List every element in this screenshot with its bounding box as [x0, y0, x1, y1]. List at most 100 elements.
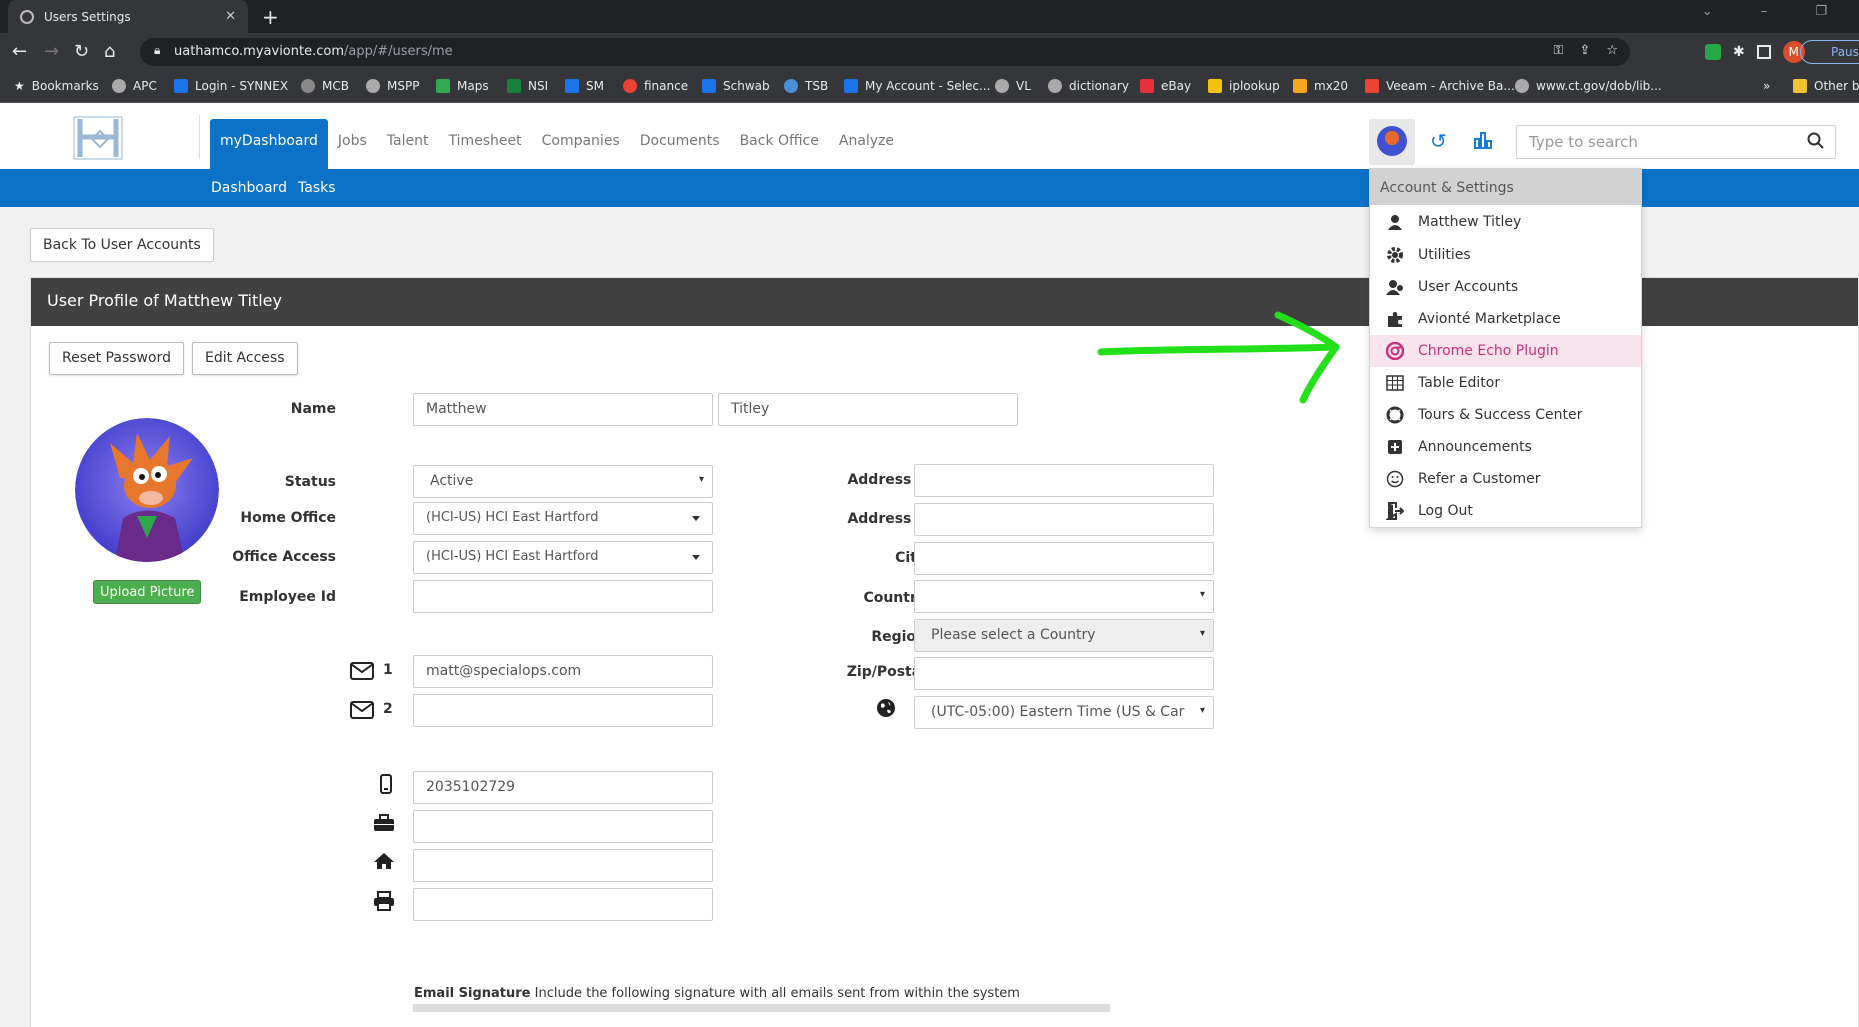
sync-paused-button[interactable]: Paus [1800, 40, 1859, 64]
menu-item-marketplace[interactable]: Avionté Marketplace [1370, 303, 1641, 335]
bookmark-item[interactable]: MCB [301, 79, 349, 93]
mobile-phone-icon [380, 774, 392, 794]
menu-item-label: Matthew Titley [1418, 214, 1522, 230]
address2-label: Address 2 [847, 511, 926, 527]
address1-input[interactable] [914, 464, 1214, 497]
back-to-user-accounts-button[interactable]: Back To User Accounts [30, 228, 214, 262]
menu-item-chrome-echo-plugin[interactable]: Chrome Echo Plugin [1370, 335, 1641, 367]
bookmark-item[interactable]: APC [112, 79, 157, 93]
nav-jobs[interactable]: Jobs [328, 119, 377, 169]
region-label: Region [871, 629, 926, 645]
office-access-value: (HCI-US) HCI East Hartford [426, 549, 599, 564]
new-tab-button[interactable]: + [262, 5, 279, 29]
window-controls[interactable]: ⌄ – ❐ [1702, 4, 1849, 19]
bookmark-item[interactable]: dictionary [1048, 79, 1129, 93]
upload-picture-button[interactable]: Upload Picture [93, 580, 202, 604]
menu-item-label: Log Out [1418, 503, 1473, 519]
first-name-input[interactable]: Matthew [413, 393, 713, 426]
bookmark-item[interactable]: iplookup [1208, 79, 1280, 93]
history-icon[interactable]: ↺ [1430, 129, 1447, 153]
user-icon [1384, 214, 1406, 230]
nav-analyze[interactable]: Analyze [829, 119, 904, 169]
bookmark-item[interactable]: VL [995, 79, 1031, 93]
reset-password-button[interactable]: Reset Password [49, 342, 184, 375]
sidepanel-icon[interactable] [1756, 45, 1771, 59]
address2-input[interactable] [914, 503, 1214, 536]
employee-id-input[interactable] [413, 580, 713, 613]
chevron-down-icon: ▾ [698, 474, 704, 485]
menu-item-refer[interactable]: Refer a Customer [1370, 463, 1641, 495]
menu-item-utilities[interactable]: Utilities [1370, 239, 1641, 271]
search-input[interactable] [1517, 126, 1787, 158]
bookmark-item[interactable]: mx20 [1293, 79, 1348, 93]
bookmark-item[interactable]: ★ Bookmarks [14, 79, 99, 93]
bookmark-folder[interactable]: Other b [1793, 79, 1859, 93]
nav-mydashboard[interactable]: myDashboard [210, 119, 328, 169]
close-tab-icon[interactable]: ✕ [225, 9, 236, 24]
nav-back-office[interactable]: Back Office [730, 119, 829, 169]
bookmark-item[interactable]: Schwab [702, 79, 770, 93]
menu-item-tours[interactable]: Tours & Success Center [1370, 399, 1641, 431]
menu-item-profile[interactable]: Matthew Titley [1370, 206, 1641, 238]
home-phone-input[interactable] [413, 849, 713, 882]
company-logo[interactable] [72, 115, 124, 161]
share-icon[interactable]: ⇪ [1579, 43, 1590, 58]
back-arrow-icon[interactable]: ← [12, 41, 27, 62]
bookmark-item[interactable]: finance [623, 79, 688, 93]
office-access-select[interactable]: (HCI-US) HCI East Hartford [413, 541, 713, 574]
menu-item-announcements[interactable]: Announcements [1370, 431, 1641, 463]
forward-arrow-icon[interactable]: → [44, 41, 59, 62]
bookmarks-overflow[interactable]: » [1763, 79, 1770, 93]
bookmark-item[interactable]: Login - SYNNEX [174, 79, 288, 93]
work-phone-input[interactable] [413, 810, 713, 843]
account-avatar-button[interactable] [1369, 119, 1415, 165]
region-select[interactable]: Please select a Country ▾ [914, 619, 1214, 652]
menu-item-table-editor[interactable]: Table Editor [1370, 367, 1641, 399]
address-bar[interactable]: 🔒︎ uathamco.myavionte.com/app/#/users/me… [140, 38, 1630, 66]
status-select[interactable]: Active ▾ [413, 465, 713, 498]
fax-input[interactable] [413, 888, 713, 921]
menu-item-user-accounts[interactable]: User Accounts [1370, 271, 1641, 303]
nav-timesheet[interactable]: Timesheet [438, 119, 531, 169]
country-select[interactable]: ▾ [914, 580, 1214, 613]
email-2-input[interactable] [413, 694, 713, 727]
zip-input[interactable] [914, 657, 1214, 690]
extension-check-icon[interactable] [1705, 44, 1721, 60]
nav-talent[interactable]: Talent [377, 119, 439, 169]
analytics-icon[interactable] [1474, 131, 1492, 149]
timezone-select[interactable]: (UTC-05:00) Eastern Time (US & Car ▾ [914, 696, 1214, 729]
last-name-input[interactable]: Titley [718, 393, 1018, 426]
bookmark-item[interactable]: www.ct.gov/dob/lib... [1515, 79, 1662, 93]
city-input[interactable] [914, 542, 1214, 575]
search-icon[interactable] [1807, 132, 1825, 150]
status-value: Active [430, 473, 474, 489]
star-icon: ★ [14, 79, 25, 93]
bookmark-item[interactable]: Veeam - Archive Ba... [1365, 79, 1515, 93]
menu-item-logout[interactable]: Log Out [1370, 495, 1641, 527]
bookmark-item[interactable]: NSI [507, 79, 548, 93]
home-office-select[interactable]: (HCI-US) HCI East Hartford [413, 502, 713, 535]
mobile-phone-input[interactable]: 2035102729 [413, 771, 713, 804]
key-icon[interactable]: ⚿ [1554, 43, 1564, 58]
star-icon[interactable]: ☆ [1606, 43, 1618, 58]
browser-tab[interactable]: Users Settings ✕ [8, 0, 248, 33]
envelope-icon [350, 662, 374, 680]
home-icon[interactable]: ⌂ [104, 41, 115, 62]
global-search [1516, 125, 1836, 159]
nav-companies[interactable]: Companies [532, 119, 630, 169]
extensions-puzzle-icon[interactable]: ✱ [1733, 44, 1745, 60]
bookmark-item[interactable]: MSPP [366, 79, 419, 93]
bookmark-item[interactable]: TSB [784, 79, 828, 93]
signature-editor-toolbar[interactable] [413, 1004, 1110, 1012]
email-1-input[interactable]: matt@specialops.com [413, 655, 713, 688]
nav-documents[interactable]: Documents [630, 119, 730, 169]
bookmark-item[interactable]: My Account - Selec... [844, 79, 990, 93]
bookmark-item[interactable]: eBay [1140, 79, 1191, 93]
reload-icon[interactable]: ↻ [74, 41, 89, 62]
subnav-tasks[interactable]: Tasks [298, 180, 336, 196]
edit-access-button[interactable]: Edit Access [192, 342, 298, 375]
bookmark-item[interactable]: SM [565, 79, 604, 93]
bookmark-item[interactable]: Maps [436, 79, 489, 93]
subnav-dashboard[interactable]: Dashboard [211, 180, 287, 196]
plus-square-icon [1384, 439, 1406, 455]
